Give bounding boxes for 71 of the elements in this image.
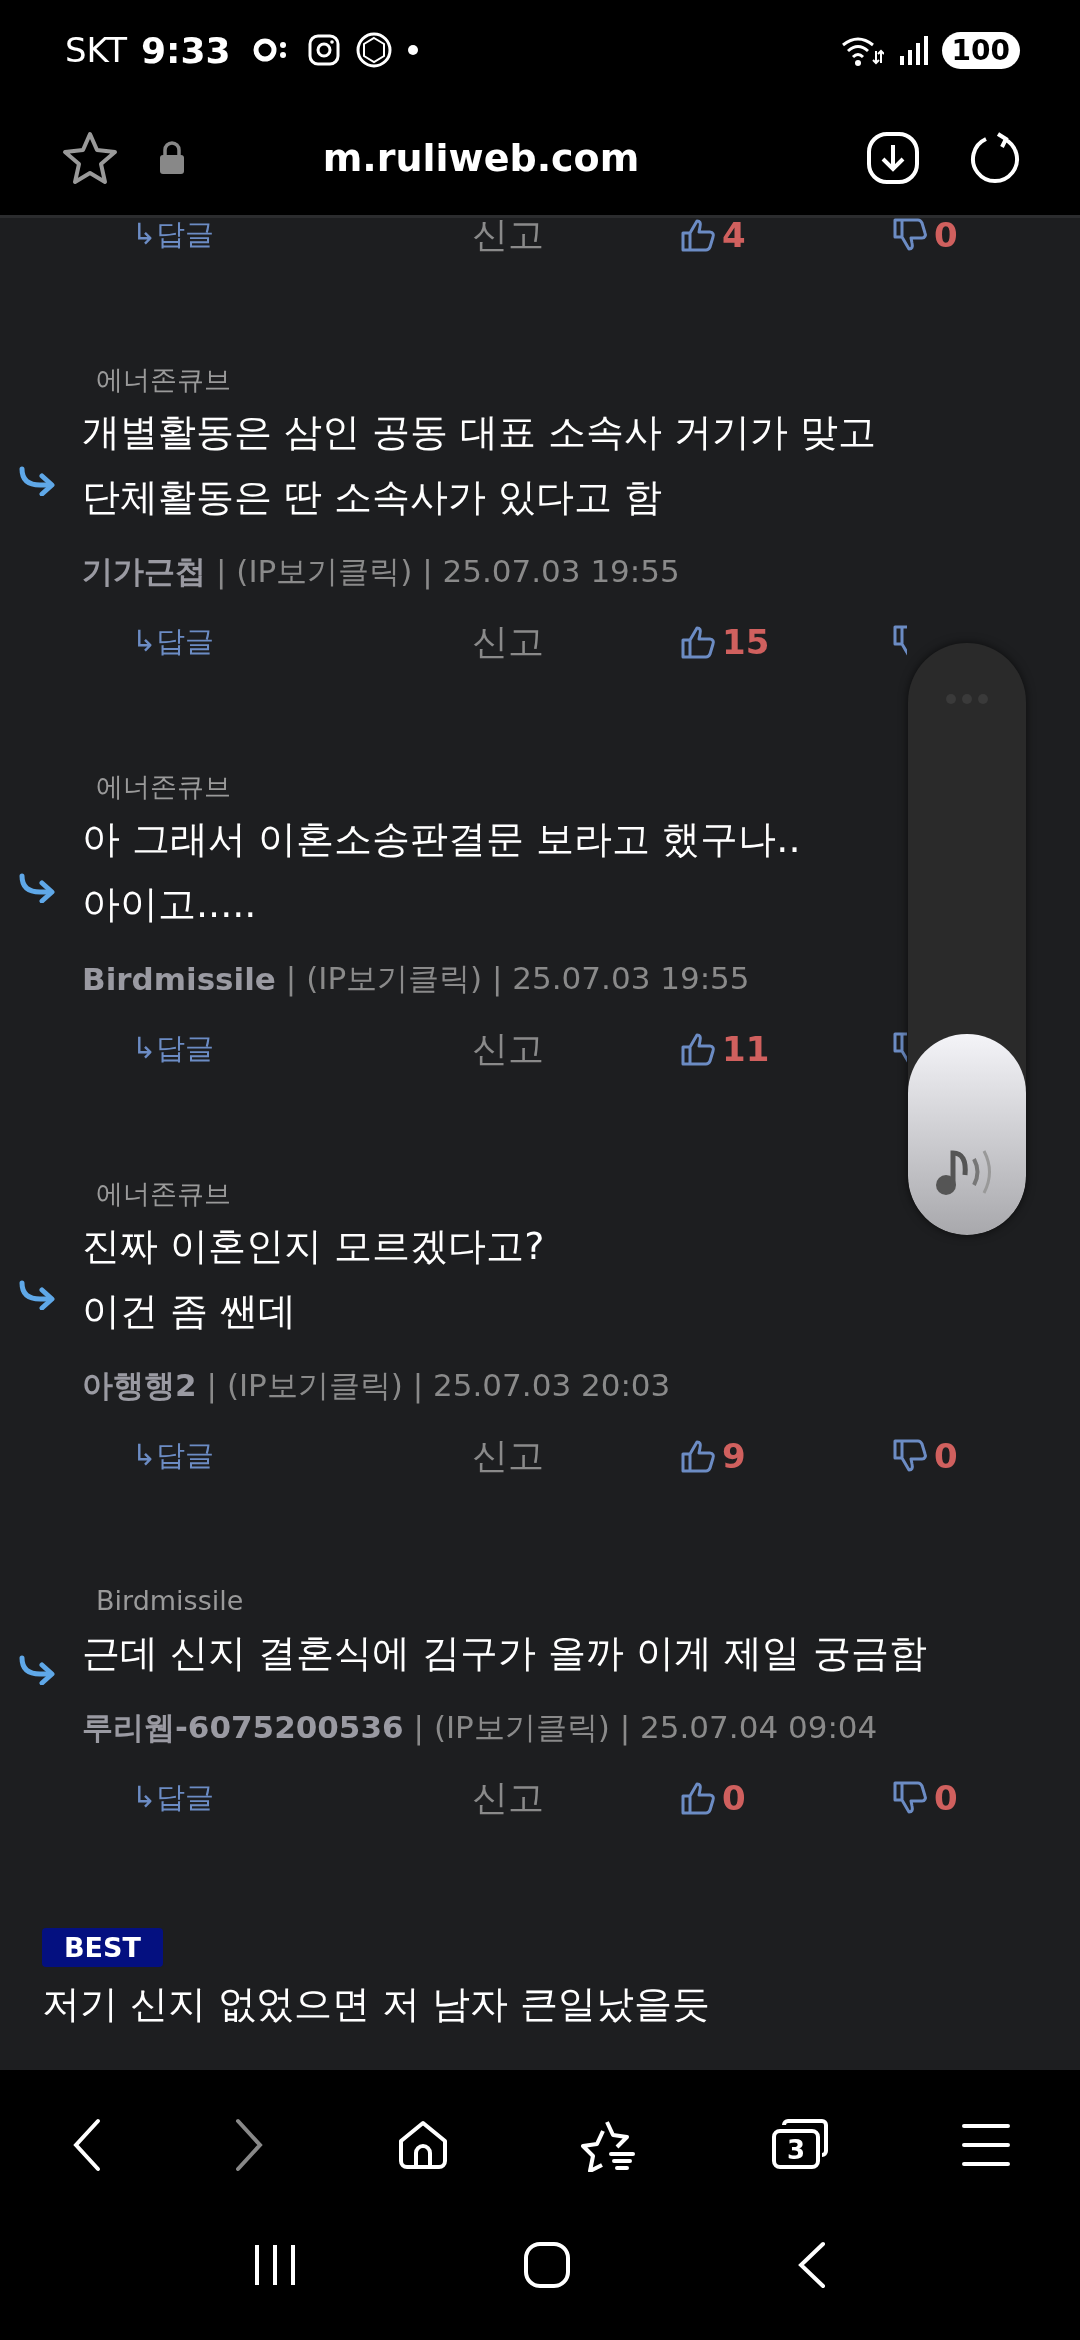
- gem-icon: [354, 31, 393, 69]
- reply-link[interactable]: ↳답글: [132, 1436, 472, 1476]
- dot-icon: [406, 44, 419, 56]
- like-count: 4: [722, 218, 746, 255]
- comment-text: 아이고.....: [82, 881, 258, 928]
- url-text[interactable]: m.ruliweb.com: [204, 135, 758, 180]
- parent-author: 에너존큐브: [96, 770, 232, 804]
- comment-text: 개별활동은 삼인 공동 대표 소속사 거기가 맞고: [82, 409, 877, 456]
- dislike-count: 0: [934, 1436, 958, 1476]
- report-link[interactable]: 신고: [472, 617, 680, 667]
- clock: 9:33: [141, 29, 231, 71]
- like-count: 11: [722, 1029, 770, 1069]
- home-button-icon[interactable]: [523, 2241, 571, 2289]
- lock-icon: [158, 140, 186, 175]
- back-icon[interactable]: [72, 2118, 102, 2172]
- like-count: 9: [722, 1436, 746, 1476]
- best-badge: BEST: [42, 1928, 163, 1967]
- comment-text: 이건 좀 쌘데: [82, 1288, 298, 1335]
- thumbs-up-icon[interactable]: [680, 1031, 716, 1067]
- like-count: 15: [722, 622, 770, 662]
- author-name[interactable]: 기가근첩: [82, 551, 206, 593]
- dislike-count: 0: [934, 1778, 958, 1818]
- comment-text: 근데 신지 결혼식에 김구가 올까 이게 제일 궁금함: [82, 1630, 927, 1677]
- author-name[interactable]: Birdmissile: [82, 961, 276, 997]
- comment-info: | (IP보기클릭) | 25.07.03 20:03: [206, 1366, 671, 1406]
- post-title[interactable]: 저기 신지 없었으면 저 남자 큰일났을듯: [42, 1979, 711, 2030]
- menu-icon[interactable]: [961, 2123, 1010, 2167]
- reply-link[interactable]: ↳답글: [132, 218, 472, 255]
- reply-arrow-icon: [18, 1654, 56, 1685]
- report-link[interactable]: 신고: [472, 1431, 680, 1481]
- reply-arrow-icon: [18, 1280, 56, 1310]
- like-count: 0: [722, 1778, 746, 1818]
- comment-info: | (IP보기클릭) | 25.07.03 19:55: [216, 552, 680, 592]
- bookmarks-icon[interactable]: [581, 2118, 638, 2172]
- reply-link[interactable]: ↳답글: [132, 1778, 472, 1818]
- thumbs-down-icon[interactable]: [892, 1438, 928, 1474]
- home-icon[interactable]: [396, 2119, 449, 2171]
- carrier: SKT: [65, 30, 127, 70]
- bookmark-star-icon[interactable]: [62, 130, 118, 185]
- parent-author: Birdmissile: [96, 1584, 245, 1618]
- thumbs-up-icon[interactable]: [680, 1780, 716, 1816]
- thumbs-down-icon[interactable]: [892, 1780, 928, 1816]
- comment-info: | (IP보기클릭) | 25.07.03 19:55: [285, 959, 750, 999]
- author-name[interactable]: 아행행2: [82, 1365, 197, 1407]
- reply-link[interactable]: ↳답글: [132, 622, 472, 662]
- download-icon[interactable]: [866, 130, 920, 185]
- thumbs-down-icon[interactable]: [892, 218, 928, 253]
- dislike-count: 0: [934, 218, 958, 255]
- comment-text: 아 그래서 이혼소송판결문 보라고 했구나..: [82, 816, 801, 863]
- reply-arrow-icon: [18, 466, 56, 496]
- report-link[interactable]: 신고: [472, 218, 680, 260]
- camera-app-icon: [306, 33, 341, 67]
- signal-icon: [897, 34, 928, 66]
- recent-apps-icon[interactable]: [253, 2243, 297, 2287]
- thumbs-up-icon[interactable]: [680, 1438, 716, 1474]
- reload-icon[interactable]: [968, 130, 1022, 185]
- back-icon[interactable]: [797, 2241, 827, 2289]
- parent-author: 에너존큐브: [96, 363, 232, 397]
- report-link[interactable]: 신고: [472, 1024, 680, 1074]
- battery-indicator: 100: [941, 31, 1020, 69]
- thumbs-up-icon[interactable]: [680, 218, 716, 253]
- comment-text: 진짜 이혼인지 모르겠다고?: [82, 1223, 546, 1270]
- parent-author: 에너존큐브: [96, 1177, 232, 1211]
- thumbs-up-icon[interactable]: [680, 624, 716, 660]
- reply-arrow-icon: [18, 873, 56, 903]
- forward-icon[interactable]: [234, 2118, 265, 2172]
- comment-text: 단체활동은 딴 소속사가 있다고 함: [82, 474, 664, 521]
- reply-link[interactable]: ↳답글: [132, 1029, 472, 1069]
- report-link[interactable]: 신고: [472, 1773, 680, 1823]
- author-name[interactable]: 루리웹-6075200536: [82, 1707, 404, 1749]
- comment-info: | (IP보기클릭) | 25.07.04 09:04: [413, 1708, 878, 1748]
